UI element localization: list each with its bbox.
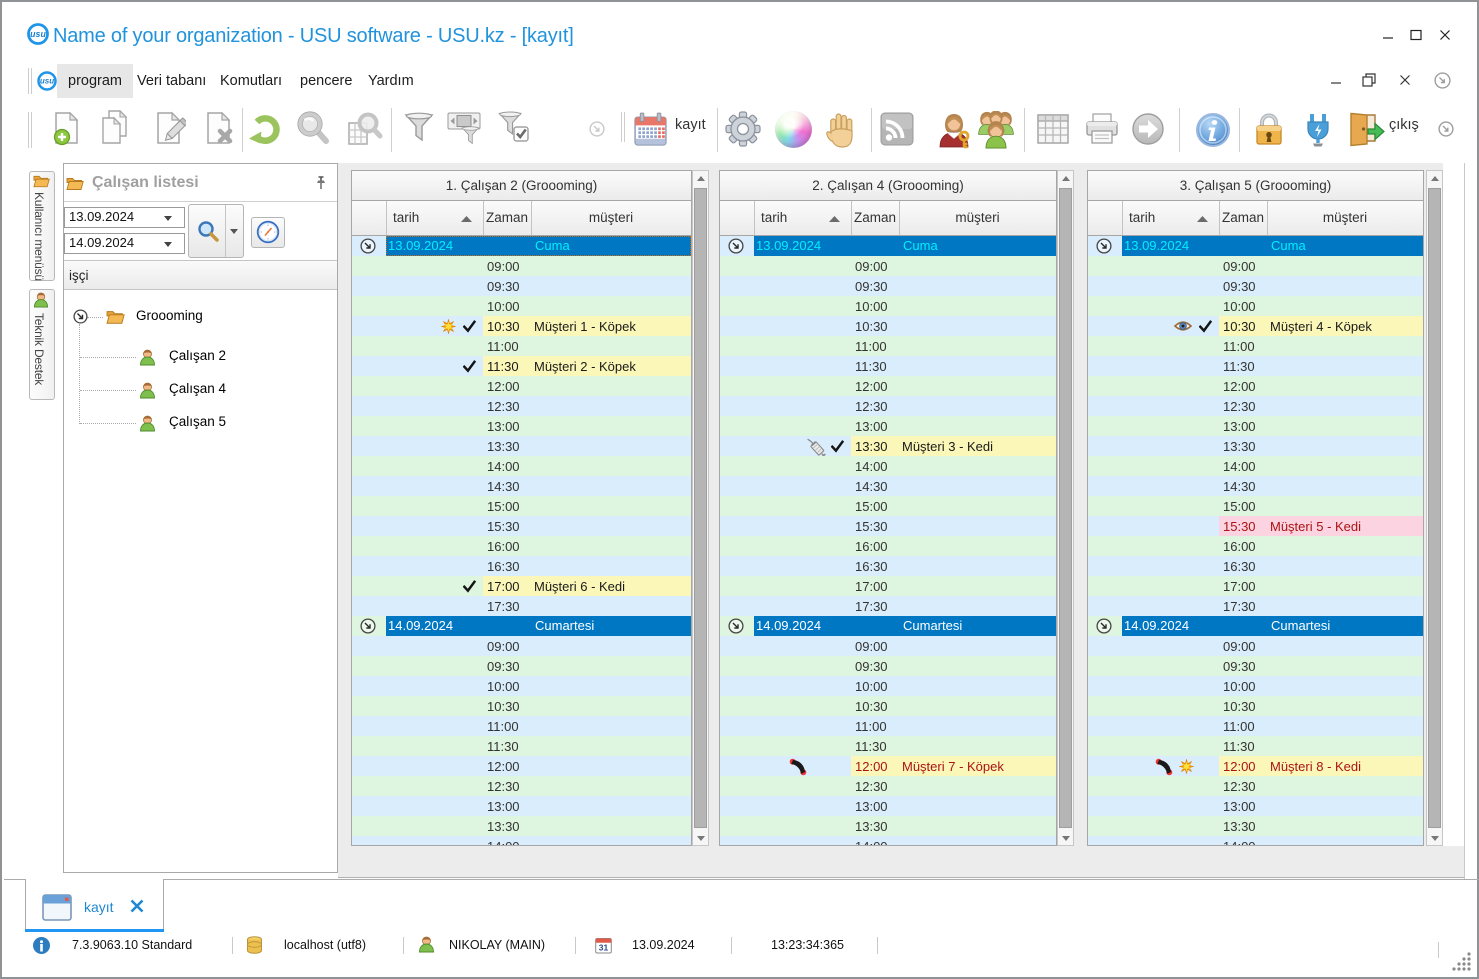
svg-text:usu: usu [40,77,54,86]
svg-text:usu: usu [30,29,46,39]
svg-text:31: 31 [599,943,609,953]
